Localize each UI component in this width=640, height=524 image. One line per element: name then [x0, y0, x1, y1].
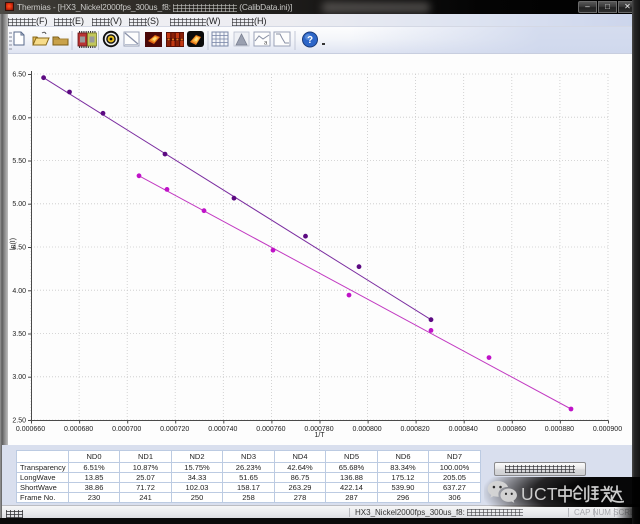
- svg-text:5.50: 5.50: [12, 158, 26, 165]
- svg-text:3.00: 3.00: [12, 374, 26, 381]
- svg-text:3.50: 3.50: [12, 331, 26, 338]
- svg-text:0.000820: 0.000820: [400, 426, 429, 433]
- svg-text:6.00: 6.00: [12, 115, 26, 122]
- svg-text:0.000840: 0.000840: [449, 426, 478, 433]
- svg-text:0.000800: 0.000800: [352, 426, 381, 433]
- svg-text:0.000660: 0.000660: [16, 426, 45, 433]
- svg-text:0.000720: 0.000720: [160, 426, 189, 433]
- svg-text:5.00: 5.00: [12, 201, 26, 208]
- svg-text:2.50: 2.50: [12, 418, 26, 425]
- svg-text:0.000860: 0.000860: [497, 426, 526, 433]
- svg-text:0.000680: 0.000680: [64, 426, 93, 433]
- svg-text:0.000700: 0.000700: [112, 426, 141, 433]
- svg-text:1/T: 1/T: [314, 432, 325, 439]
- svg-text:0.000900: 0.000900: [593, 426, 622, 433]
- svg-text:0.000740: 0.000740: [208, 426, 237, 433]
- svg-text:0.000880: 0.000880: [545, 426, 574, 433]
- svg-text:4.00: 4.00: [12, 288, 26, 295]
- svg-text:6.50: 6.50: [12, 72, 26, 79]
- svg-text:0.000760: 0.000760: [256, 426, 285, 433]
- svg-text:ln(I): ln(I): [10, 238, 17, 250]
- svg-text:?: ?: [307, 35, 313, 46]
